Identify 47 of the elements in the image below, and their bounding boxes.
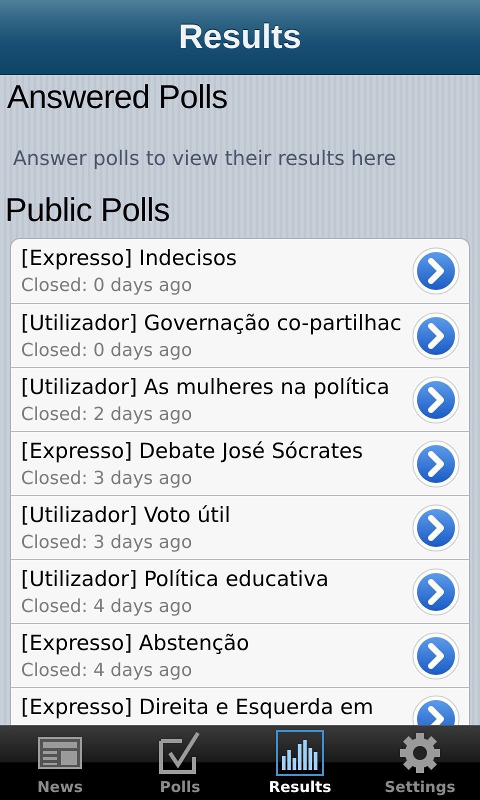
- poll-row[interactable]: [Expresso] Abstenção Closed: 4 days ago: [11, 623, 469, 687]
- disclosure-button[interactable]: [411, 566, 461, 616]
- gear-icon: [399, 732, 441, 774]
- poll-status: Closed: 3 days ago: [21, 468, 192, 490]
- chevron-right-icon: [412, 568, 460, 616]
- disclosure-button[interactable]: [411, 246, 461, 296]
- disclosure-button[interactable]: [411, 310, 461, 360]
- tab[interactable]: Results: [240, 726, 360, 800]
- chevron-right-icon: [412, 504, 460, 552]
- section-heading: Answered Polls: [6, 77, 228, 117]
- poll-title: [Utilizador] As mulheres na política: [21, 374, 390, 400]
- poll-status: Closed: 2 days ago: [21, 404, 192, 426]
- poll-row[interactable]: [Utilizador] Política educativa Closed: 4 days ago: [11, 559, 469, 623]
- poll-title: [Expresso] Debate José Sócrates: [21, 438, 363, 464]
- empty-message: Answer polls to view their results here: [12, 145, 398, 172]
- poll-status: Closed: 4 days ago: [21, 596, 192, 618]
- tab[interactable]: Settings: [360, 726, 480, 800]
- poll-row[interactable]: [Utilizador] Voto útil Closed: 3 days ago: [11, 495, 469, 559]
- disclosure-button[interactable]: [411, 630, 461, 680]
- chevron-right-icon: [412, 247, 460, 295]
- disclosure-button[interactable]: [411, 438, 461, 488]
- newspaper-icon: [38, 737, 82, 769]
- tab[interactable]: Polls: [120, 726, 240, 800]
- section-heading: Public Polls: [4, 190, 171, 230]
- screen-title: Results: [178, 18, 302, 56]
- poll-title: [Expresso] Abstenção: [21, 630, 250, 656]
- disclosure-button[interactable]: [411, 374, 461, 424]
- poll-title: [Expresso] Indecisos: [21, 245, 237, 271]
- chevron-right-icon: [412, 376, 460, 424]
- poll-title: [Utilizador] Voto útil: [21, 502, 230, 528]
- poll-status: Closed: 3 days ago: [21, 532, 192, 554]
- poll-title: [Utilizador] Política educativa: [21, 566, 329, 592]
- disclosure-button[interactable]: [411, 502, 461, 552]
- chevron-right-icon: [412, 632, 460, 680]
- chevron-right-icon: [412, 440, 460, 488]
- poll-title: [Utilizador] Governação co-partilhac: [21, 310, 402, 336]
- poll-row[interactable]: [Utilizador] Governação co-partilhac Closed: 0 days ago: [11, 303, 469, 367]
- poll-row[interactable]: [Utilizador] As mulheres na política Closed: 2 days ago: [11, 367, 469, 431]
- poll-status: Closed: 0 days ago: [21, 275, 192, 297]
- tab[interactable]: News: [0, 726, 120, 800]
- chevron-right-icon: [412, 312, 460, 360]
- poll-row[interactable]: [Expresso] Debate José Sócrates Closed: 3 days ago: [11, 431, 469, 495]
- checkbox-icon: [158, 731, 202, 775]
- poll-title: [Expresso] Direita e Esquerda em: [21, 694, 374, 720]
- poll-status: Closed: 0 days ago: [21, 340, 192, 362]
- poll-status: Closed: 4 days ago: [21, 660, 192, 682]
- poll-row[interactable]: [Expresso] Indecisos Closed: 0 days ago: [11, 239, 469, 303]
